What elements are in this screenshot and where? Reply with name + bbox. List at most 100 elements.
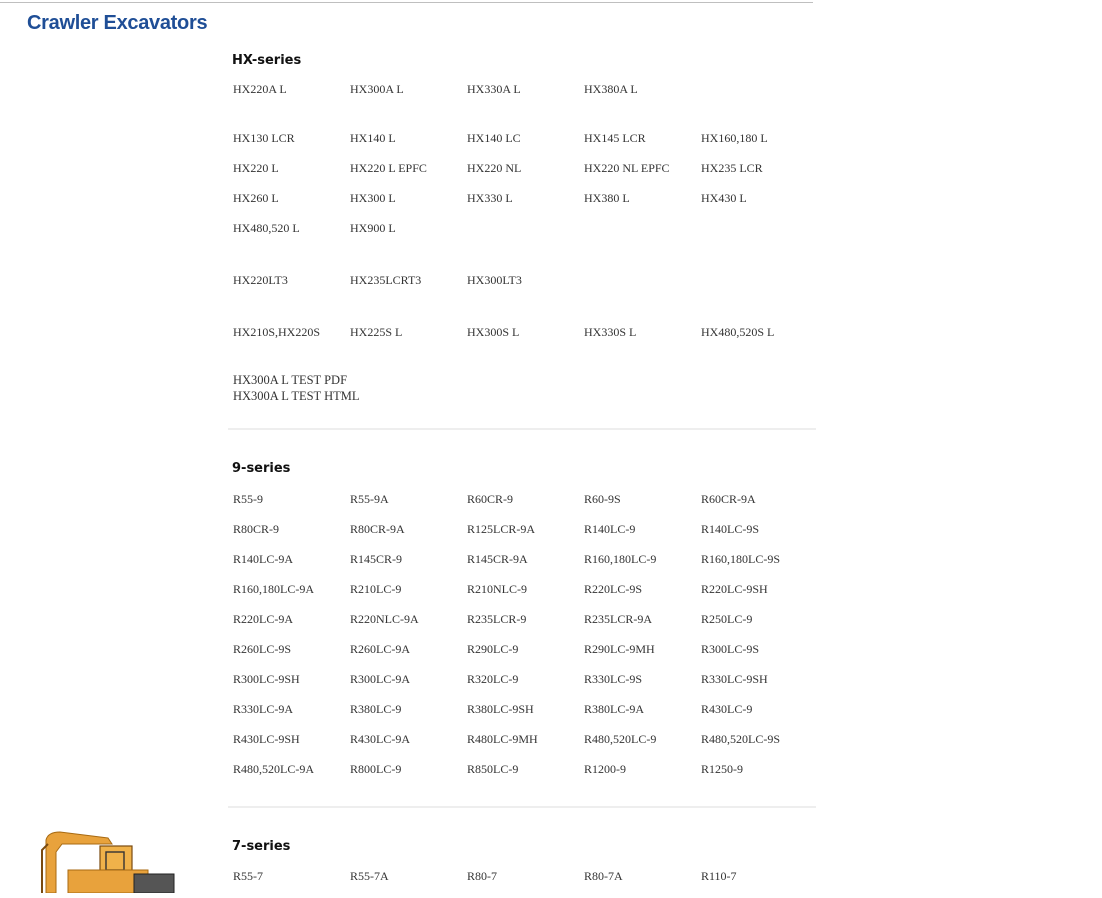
- model-link[interactable]: R210NLC-9: [467, 581, 527, 597]
- model-link[interactable]: HX300A L: [350, 81, 404, 97]
- model-row: R55-9 R55-9A R60CR-9 R60-9S R60CR-9A: [232, 491, 822, 521]
- model-link[interactable]: R220NLC-9A: [350, 611, 419, 627]
- model-link[interactable]: R55-7: [233, 868, 263, 884]
- model-link[interactable]: HX220 NL: [467, 160, 521, 176]
- model-link[interactable]: R430LC-9SH: [233, 731, 300, 747]
- model-link[interactable]: R480LC-9MH: [467, 731, 538, 747]
- model-link[interactable]: R125LCR-9A: [467, 521, 535, 537]
- model-link[interactable]: HX140 LC: [467, 130, 521, 146]
- hx-group-s: HX210S,HX220S HX225S L HX300S L HX330S L…: [232, 324, 822, 354]
- model-link[interactable]: R145CR-9A: [467, 551, 528, 567]
- model-link[interactable]: R380LC-9SH: [467, 701, 534, 717]
- model-link[interactable]: HX380A L: [584, 81, 638, 97]
- model-link[interactable]: HX130 LCR: [233, 130, 295, 146]
- model-link[interactable]: HX480,520S L: [701, 324, 774, 340]
- model-link[interactable]: R140LC-9S: [701, 521, 759, 537]
- model-row: R55-7 R55-7A R80-7 R80-7A R110-7: [232, 868, 822, 898]
- model-link[interactable]: R220LC-9S: [584, 581, 642, 597]
- model-link[interactable]: R290LC-9MH: [584, 641, 655, 657]
- model-link[interactable]: R140LC-9A: [233, 551, 293, 567]
- model-link[interactable]: HX140 L: [350, 130, 396, 146]
- model-link[interactable]: R330LC-9A: [233, 701, 293, 717]
- section-title-7: 7-series: [232, 839, 291, 854]
- model-link[interactable]: R380LC-9A: [584, 701, 644, 717]
- page-title: Crawler Excavators: [27, 12, 208, 34]
- model-link[interactable]: HX430 L: [701, 190, 747, 206]
- model-link[interactable]: R220LC-9A: [233, 611, 293, 627]
- model-link[interactable]: HX145 LCR: [584, 130, 646, 146]
- model-link[interactable]: R430LC-9: [701, 701, 752, 717]
- model-link[interactable]: HX220LT3: [233, 272, 288, 288]
- model-link[interactable]: R480,520LC-9S: [701, 731, 780, 747]
- nine-series-list: R55-9 R55-9A R60CR-9 R60-9S R60CR-9A R80…: [232, 491, 822, 791]
- model-link[interactable]: R430LC-9A: [350, 731, 410, 747]
- model-link[interactable]: R250LC-9: [701, 611, 752, 627]
- model-row: R220LC-9A R220NLC-9A R235LCR-9 R235LCR-9…: [232, 611, 822, 641]
- model-link[interactable]: HX260 L: [233, 190, 279, 206]
- model-link[interactable]: HX480,520 L: [233, 220, 300, 236]
- model-link[interactable]: R160,180LC-9S: [701, 551, 780, 567]
- model-link[interactable]: R300LC-9A: [350, 671, 410, 687]
- model-link[interactable]: HX300S L: [467, 324, 519, 340]
- model-link[interactable]: R380LC-9: [350, 701, 401, 717]
- model-link[interactable]: HX220 L: [233, 160, 279, 176]
- model-link[interactable]: HX380 L: [584, 190, 630, 206]
- test-links: HX300A L TEST PDF HX300A L TEST HTML: [233, 372, 823, 404]
- model-link[interactable]: R235LCR-9: [467, 611, 526, 627]
- model-link[interactable]: R1250-9: [701, 761, 743, 777]
- model-link[interactable]: R480,520LC-9A: [233, 761, 314, 777]
- model-link[interactable]: HX220 NL EPFC: [584, 160, 670, 176]
- model-link[interactable]: HX235LCRT3: [350, 272, 421, 288]
- model-link[interactable]: HX330 L: [467, 190, 513, 206]
- model-link[interactable]: HX220A L: [233, 81, 287, 97]
- model-link[interactable]: HX300 L: [350, 190, 396, 206]
- model-link[interactable]: R480,520LC-9: [584, 731, 656, 747]
- model-link[interactable]: HX210S,HX220S: [233, 324, 320, 340]
- model-link[interactable]: R220LC-9SH: [701, 581, 768, 597]
- model-link[interactable]: R1200-9: [584, 761, 626, 777]
- model-row: HX220LT3 HX235LCRT3 HX300LT3: [232, 272, 822, 302]
- model-link[interactable]: R330LC-9S: [584, 671, 642, 687]
- model-link[interactable]: R60CR-9A: [701, 491, 756, 507]
- test-html-link[interactable]: HX300A L TEST HTML: [233, 388, 823, 404]
- model-row: R430LC-9SH R430LC-9A R480LC-9MH R480,520…: [232, 731, 822, 761]
- model-link[interactable]: HX225S L: [350, 324, 402, 340]
- model-link[interactable]: R850LC-9: [467, 761, 518, 777]
- model-link[interactable]: R290LC-9: [467, 641, 518, 657]
- model-link[interactable]: R80-7A: [584, 868, 623, 884]
- model-link[interactable]: R800LC-9: [350, 761, 401, 777]
- model-link[interactable]: R260LC-9S: [233, 641, 291, 657]
- model-link[interactable]: R80-7: [467, 868, 497, 884]
- model-link[interactable]: R320LC-9: [467, 671, 518, 687]
- test-pdf-link[interactable]: HX300A L TEST PDF: [233, 372, 823, 388]
- nine-series-section: 9-series: [232, 460, 822, 478]
- model-link[interactable]: R235LCR-9A: [584, 611, 652, 627]
- model-link[interactable]: R60-9S: [584, 491, 621, 507]
- model-link[interactable]: R60CR-9: [467, 491, 513, 507]
- model-link[interactable]: R80CR-9A: [350, 521, 405, 537]
- model-link[interactable]: HX220 L EPFC: [350, 160, 427, 176]
- model-link[interactable]: R210LC-9: [350, 581, 401, 597]
- model-link[interactable]: R160,180LC-9: [584, 551, 656, 567]
- model-link[interactable]: R55-9A: [350, 491, 389, 507]
- model-link[interactable]: HX235 LCR: [701, 160, 763, 176]
- model-link[interactable]: R140LC-9: [584, 521, 635, 537]
- section-title-9: 9-series: [232, 461, 291, 476]
- model-link[interactable]: R330LC-9SH: [701, 671, 768, 687]
- model-row: HX480,520 L HX900 L: [232, 220, 822, 250]
- model-link[interactable]: R55-7A: [350, 868, 389, 884]
- model-link[interactable]: R145CR-9: [350, 551, 402, 567]
- model-link[interactable]: R260LC-9A: [350, 641, 410, 657]
- model-link[interactable]: R300LC-9S: [701, 641, 759, 657]
- model-link[interactable]: R80CR-9: [233, 521, 279, 537]
- model-link[interactable]: R110-7: [701, 868, 737, 884]
- model-link[interactable]: R300LC-9SH: [233, 671, 300, 687]
- model-link[interactable]: HX160,180 L: [701, 130, 768, 146]
- model-link[interactable]: HX300LT3: [467, 272, 522, 288]
- model-link[interactable]: HX330A L: [467, 81, 521, 97]
- model-link[interactable]: HX900 L: [350, 220, 396, 236]
- model-row: R140LC-9A R145CR-9 R145CR-9A R160,180LC-…: [232, 551, 822, 581]
- model-link[interactable]: R160,180LC-9A: [233, 581, 314, 597]
- model-link[interactable]: HX330S L: [584, 324, 636, 340]
- model-link[interactable]: R55-9: [233, 491, 263, 507]
